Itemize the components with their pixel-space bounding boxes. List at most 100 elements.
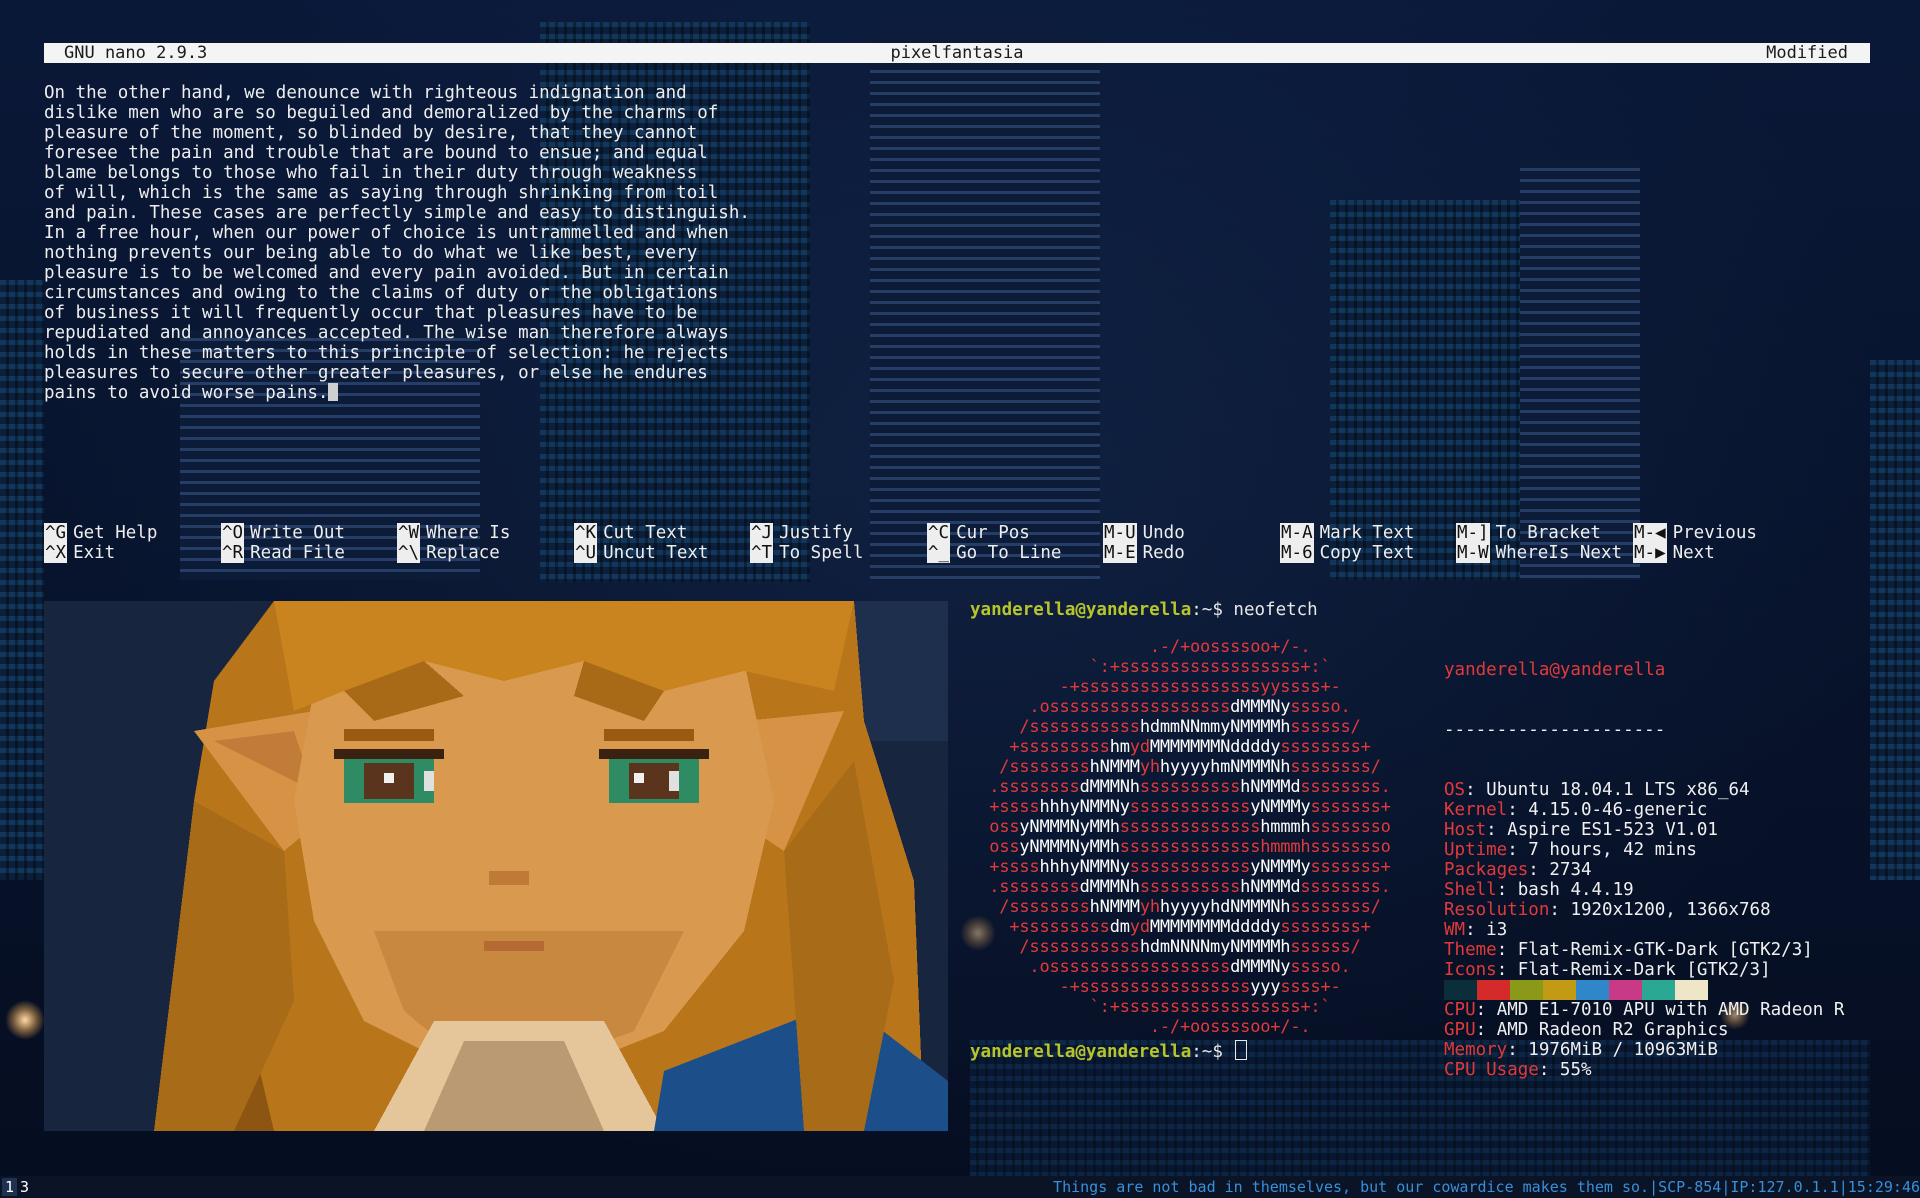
info-row: Uptime: 7 hours, 42 mins — [1444, 840, 1844, 860]
shortcut-label: Justify — [779, 523, 853, 543]
shortcut-key: M-▶ — [1633, 543, 1667, 563]
nano-shortcut[interactable]: ^C Cur Pos — [927, 523, 1030, 543]
info-key: Memory — [1444, 1040, 1508, 1060]
info-colon: : — [1496, 940, 1518, 960]
info-colon: : — [1538, 1060, 1560, 1080]
info-header: yanderella@yanderella — [1444, 660, 1666, 680]
shortcut-key: M-W — [1456, 543, 1490, 563]
terminal-window[interactable]: yanderella@yanderella:~$ neofetch .-/+oo… — [970, 600, 1870, 1080]
shortcut-key: ^J — [750, 523, 774, 543]
shortcut-label: WhereIs Next — [1495, 543, 1623, 563]
info-colon: : — [1465, 780, 1487, 800]
info-row: WM: i3 — [1444, 920, 1844, 940]
nano-text-line: holds in these matters to this principle… — [44, 343, 729, 363]
color-swatch — [1444, 980, 1477, 1000]
nano-shortcut[interactable]: M-W WhereIs Next — [1456, 543, 1622, 563]
ubuntu-ascii-logo: .-/+oossssoo+/-. `:+ssssssssssssssssss+:… — [989, 637, 1391, 1037]
nano-text-line: pleasures to secure other greater pleasu… — [44, 363, 708, 383]
shortcut-key: M-A — [1280, 523, 1314, 543]
info-value: Flat-Remix-GTK-Dark [GTK2/3] — [1517, 940, 1813, 960]
info-separator: --------------------- — [1444, 720, 1666, 740]
street-lamp — [5, 1000, 45, 1040]
shortcut-label: Get Help — [73, 523, 158, 543]
shortcut-label: Mark Text — [1319, 523, 1415, 543]
shortcut-label: Replace — [426, 543, 500, 563]
info-value: 2734 — [1549, 860, 1592, 880]
info-value: AMD Radeon R2 Graphics — [1496, 1020, 1729, 1040]
info-colon: : — [1496, 960, 1518, 980]
pixel-portrait-svg — [44, 601, 948, 1131]
nano-cursor — [328, 383, 339, 401]
nano-shortcut[interactable]: M-▶ Next — [1633, 543, 1715, 563]
nano-editor-window[interactable]: GNU nano 2.9.3 pixelfantasia Modified On… — [44, 43, 1870, 570]
info-colon: : — [1507, 800, 1529, 820]
shortcut-key: ^R — [221, 543, 245, 563]
prompt-line-active[interactable]: yanderella@yanderella:~$ — [970, 1040, 1248, 1062]
prompt-suffix: :~$ — [1191, 600, 1234, 620]
status-text: Things are not bad in themselves, but ou… — [1053, 1178, 1920, 1196]
shortcut-label: Uncut Text — [603, 543, 709, 563]
terminal-cursor — [1235, 1040, 1248, 1060]
command-text: neofetch — [1233, 600, 1318, 620]
nano-modified-status: Modified — [1766, 43, 1848, 63]
shortcut-key: M-6 — [1280, 543, 1314, 563]
info-key: OS — [1444, 780, 1466, 800]
shortcut-label: To Bracket — [1495, 523, 1601, 543]
nano-shortcut[interactable]: ^W Where Is — [397, 523, 510, 543]
nano-shortcut[interactable]: ^K Cut Text — [574, 523, 687, 543]
nano-shortcut[interactable]: M-6 Copy Text — [1280, 543, 1414, 563]
nano-shortcut[interactable]: M-◀ Previous — [1633, 523, 1757, 543]
shortcut-label: Read File — [250, 543, 345, 563]
shortcut-label: Next — [1672, 543, 1715, 563]
info-value: 1920x1200, 1366x768 — [1570, 900, 1771, 920]
nano-text-line: pleasure is to be welcomed and every pai… — [44, 263, 729, 283]
shortcut-key: ^X — [44, 543, 68, 563]
nano-filename: pixelfantasia — [890, 43, 1024, 63]
nano-text-line: On the other hand, we denounce with righ… — [44, 83, 687, 103]
nano-text-area[interactable]: On the other hand, we denounce with righ… — [44, 83, 824, 403]
nano-text-line: In a free hour, when our power of choice… — [44, 223, 729, 243]
nano-shortcut[interactable]: ^O Write Out — [221, 523, 345, 543]
color-swatch — [1543, 980, 1576, 1000]
shortcut-label: Where Is — [426, 523, 511, 543]
nano-text-line: foresee the pain and trouble that are bo… — [44, 143, 708, 163]
shortcut-key: ^W — [397, 523, 421, 543]
nano-shortcut[interactable]: M-U Undo — [1103, 523, 1185, 543]
nano-shortcut[interactable]: ^G Get Help — [44, 523, 157, 543]
nano-shortcut[interactable]: M-E Redo — [1103, 543, 1185, 563]
info-value: bash 4.4.19 — [1517, 880, 1634, 900]
info-key: CPU Usage — [1444, 1060, 1539, 1080]
nano-shortcut[interactable]: ^_ Go To Line — [927, 543, 1061, 563]
color-swatch — [1510, 980, 1543, 1000]
shortcut-label: Exit — [73, 543, 116, 563]
shortcut-label: Go To Line — [956, 543, 1062, 563]
prompt-user: yanderella@yanderella — [970, 1042, 1192, 1062]
info-row: Theme: Flat-Remix-GTK-Dark [GTK2/3] — [1444, 940, 1844, 960]
nano-shortcut[interactable]: ^U Uncut Text — [574, 543, 708, 563]
color-swatch — [1576, 980, 1609, 1000]
nano-shortcut[interactable]: ^R Read File — [221, 543, 345, 563]
nano-text-line: circumstances and owing to the claims of… — [44, 283, 719, 303]
shortcut-key: ^\ — [397, 543, 421, 563]
nano-shortcut[interactable]: ^X Exit — [44, 543, 115, 563]
shortcut-key: ^U — [574, 543, 598, 563]
info-value: Ubuntu 18.04.1 LTS x86_64 — [1486, 780, 1750, 800]
shortcut-key: ^G — [44, 523, 68, 543]
info-value: 1976MiB / 10963MiB — [1528, 1040, 1718, 1060]
info-row: CPU: AMD E1-7010 APU with AMD Radeon R — [1444, 1000, 1844, 1020]
nano-text-line: dislike men who are so beguiled and demo… — [44, 103, 719, 123]
nano-shortcut[interactable]: ^\ Replace — [397, 543, 500, 563]
wallpaper-tower — [0, 280, 44, 880]
shortcut-label: Copy Text — [1319, 543, 1415, 563]
workspace-button[interactable]: 1 — [2, 1178, 18, 1196]
color-swatch — [1642, 980, 1675, 1000]
workspace-button[interactable]: 3 — [17, 1178, 32, 1196]
color-swatch — [1477, 980, 1510, 1000]
info-value: Aspire ES1-523 V1.01 — [1507, 820, 1718, 840]
nano-shortcut[interactable]: ^J Justify — [750, 523, 853, 543]
info-row: Memory: 1976MiB / 10963MiB — [1444, 1040, 1844, 1060]
shortcut-key: M-] — [1456, 523, 1490, 543]
nano-shortcut[interactable]: M-] To Bracket — [1456, 523, 1601, 543]
nano-shortcut[interactable]: M-A Mark Text — [1280, 523, 1414, 543]
nano-shortcut[interactable]: ^T To Spell — [750, 543, 863, 563]
